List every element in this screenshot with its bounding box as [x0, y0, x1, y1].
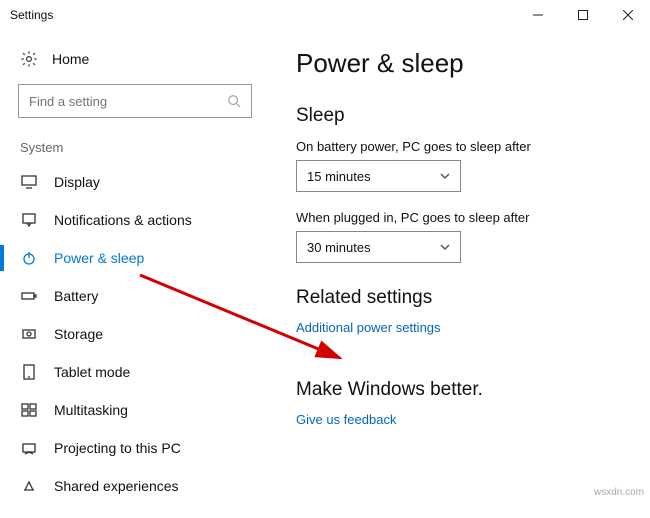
- watermark: wsxdn.com: [594, 487, 644, 498]
- chevron-down-icon: [440, 169, 450, 184]
- sidebar: Home System Display Notifications & acti…: [0, 30, 270, 518]
- sidebar-item-projecting[interactable]: Projecting to this PC: [0, 429, 270, 467]
- window-title: Settings: [10, 8, 53, 22]
- sidebar-item-label: Projecting to this PC: [54, 440, 181, 456]
- plugged-sleep-select[interactable]: 30 minutes: [296, 231, 461, 263]
- projecting-icon: [20, 439, 38, 457]
- feedback-link[interactable]: Give us feedback: [296, 412, 396, 427]
- related-settings-heading: Related settings: [296, 287, 624, 309]
- display-icon: [20, 173, 38, 191]
- battery-sleep-select[interactable]: 15 minutes: [296, 160, 461, 192]
- maximize-button[interactable]: [560, 0, 605, 30]
- search-input[interactable]: [29, 94, 227, 109]
- sidebar-item-label: Tablet mode: [54, 364, 130, 380]
- search-icon: [227, 94, 241, 108]
- sidebar-item-notifications[interactable]: Notifications & actions: [0, 201, 270, 239]
- tablet-icon: [20, 363, 38, 381]
- main-panel: Power & sleep Sleep On battery power, PC…: [270, 30, 650, 518]
- titlebar: Settings: [0, 0, 650, 30]
- additional-power-settings-link[interactable]: Additional power settings: [296, 320, 441, 335]
- sidebar-item-label: Multitasking: [54, 402, 128, 418]
- search-box[interactable]: [18, 84, 252, 118]
- group-label: System: [0, 136, 270, 163]
- plugged-sleep-label: When plugged in, PC goes to sleep after: [296, 210, 624, 225]
- sidebar-item-storage[interactable]: Storage: [0, 315, 270, 353]
- sidebar-item-multitasking[interactable]: Multitasking: [0, 391, 270, 429]
- shared-icon: [20, 477, 38, 495]
- select-value: 15 minutes: [307, 169, 371, 184]
- page-title: Power & sleep: [296, 48, 624, 79]
- sidebar-item-shared-experiences[interactable]: Shared experiences: [0, 467, 270, 505]
- battery-icon: [20, 287, 38, 305]
- sidebar-item-display[interactable]: Display: [0, 163, 270, 201]
- sidebar-item-label: Display: [54, 174, 100, 190]
- gear-icon: [20, 50, 38, 68]
- close-button[interactable]: [605, 0, 650, 30]
- sidebar-item-label: Shared experiences: [54, 478, 179, 494]
- sidebar-item-tablet-mode[interactable]: Tablet mode: [0, 353, 270, 391]
- power-icon: [20, 249, 38, 267]
- select-value: 30 minutes: [307, 240, 371, 255]
- sidebar-item-power-sleep[interactable]: Power & sleep: [0, 239, 270, 277]
- sleep-heading: Sleep: [296, 105, 624, 127]
- home-label: Home: [52, 51, 89, 67]
- sidebar-item-label: Storage: [54, 326, 103, 342]
- home-button[interactable]: Home: [0, 44, 270, 84]
- multitasking-icon: [20, 401, 38, 419]
- make-windows-better-heading: Make Windows better.: [296, 379, 624, 401]
- sidebar-item-label: Power & sleep: [54, 250, 144, 266]
- sidebar-item-battery[interactable]: Battery: [0, 277, 270, 315]
- chevron-down-icon: [440, 240, 450, 255]
- storage-icon: [20, 325, 38, 343]
- sidebar-item-label: Battery: [54, 288, 98, 304]
- sidebar-item-label: Notifications & actions: [54, 212, 192, 228]
- content: Home System Display Notifications & acti…: [0, 30, 650, 518]
- window-controls: [515, 0, 650, 30]
- notification-icon: [20, 211, 38, 229]
- battery-sleep-label: On battery power, PC goes to sleep after: [296, 139, 624, 154]
- minimize-button[interactable]: [515, 0, 560, 30]
